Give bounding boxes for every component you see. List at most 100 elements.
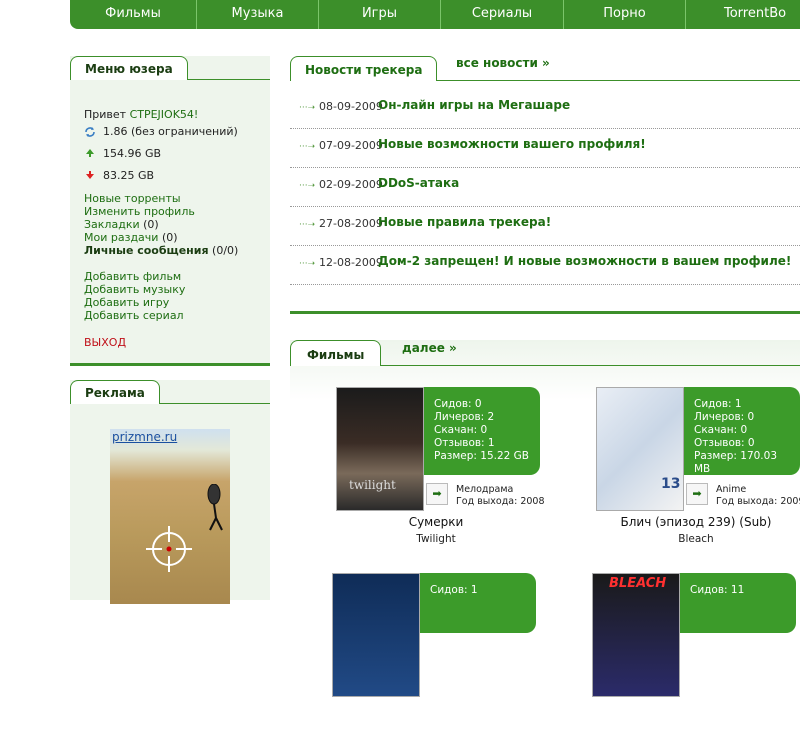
news-item: ···➝ 08-09-2009 Он-лайн игры на Мегашаре (290, 90, 800, 129)
nav-tab-torrentbo[interactable]: TorrentBo (685, 0, 800, 29)
top-nav: Фильмы Музыка Игры Сериалы Порно Torrent… (70, 0, 800, 29)
ad-header: Реклама (70, 380, 270, 404)
user-menu-title: Меню юзера (70, 56, 188, 80)
bullet-arrow-icon: ···➝ (299, 259, 316, 269)
add-links: Добавить фильм Добавить музыку Добавить … (84, 270, 256, 322)
new-torrents-link[interactable]: Новые торренты (84, 192, 181, 205)
news-header: Новости трекера все новости » (290, 56, 800, 81)
films-header: Фильмы далее » (290, 340, 800, 366)
news-date: 08-09-2009 (319, 100, 383, 113)
leechers-count: Личеров: 2 (434, 411, 495, 423)
messages-count: (0/0) (212, 244, 239, 257)
film-stats: Сидов: 0 Личеров: 2 Скачан: 0 Отзывов: 1… (424, 387, 540, 475)
film-card[interactable]: BLEACH Сидов: 11 (592, 573, 800, 753)
reviews-count: Отзывов: 1 (434, 437, 495, 449)
arrow-up-icon (84, 148, 96, 160)
bullet-arrow-icon: ···➝ (299, 103, 316, 113)
ad-banner[interactable]: prizmne.ru (110, 429, 230, 604)
reviews-count: Отзывов: 0 (694, 437, 755, 449)
arrow-down-icon (84, 170, 96, 182)
film-original-title: Bleach (678, 533, 714, 545)
film-stats: Сидов: 1 (420, 573, 536, 633)
film-year: Год выхода: 2009 (716, 496, 800, 507)
film-size: Размер: 15.22 GB (434, 450, 530, 462)
film-title[interactable]: Блич (эпизод 239) (Sub) (596, 515, 796, 529)
films-block: Фильмы далее » twilight Сидов: 0 Личеров… (290, 340, 800, 697)
news-block: Новости трекера все новости » ···➝ 08-09… (290, 56, 800, 314)
downloaded-count: Скачан: 0 (694, 424, 748, 436)
bookmarks-link[interactable]: Закладки (84, 218, 140, 231)
ad-title: Реклама (70, 380, 160, 404)
news-item: ···➝ 02-09-2009 DDoS-атака (290, 168, 800, 207)
film-poster[interactable]: twilight (336, 387, 424, 511)
film-poster[interactable] (332, 573, 420, 697)
all-news-link[interactable]: все новости » (456, 56, 550, 70)
leechers-count: Личеров: 0 (694, 411, 755, 423)
news-item: ···➝ 12-08-2009 Дом-2 запрещен! И новые … (290, 246, 800, 285)
seeds-count: Сидов: 1 (430, 584, 478, 596)
news-title-link[interactable]: Новые возможности вашего профиля! (378, 137, 646, 151)
news-date: 07-09-2009 (319, 139, 383, 152)
more-films-link[interactable]: далее » (402, 341, 457, 355)
downloaded-count: Скачан: 0 (434, 424, 488, 436)
go-arrow-icon[interactable]: ➡ (426, 483, 448, 505)
uploaded-value: 154.96 GB (103, 147, 162, 160)
news-title-link[interactable]: Дом-2 запрещен! И новые возможности в ва… (378, 254, 791, 268)
film-stats: Сидов: 1 Личеров: 0 Скачан: 0 Отзывов: 0… (684, 387, 800, 475)
film-poster[interactable]: BLEACH (592, 573, 680, 697)
film-card[interactable]: Сидов: 1 (332, 573, 542, 753)
uploaded-row: 154.96 GB (84, 147, 256, 160)
film-title[interactable]: Сумерки (336, 515, 536, 529)
film-year: Год выхода: 2008 (456, 496, 545, 507)
poster-caption: twilight (349, 478, 396, 492)
messages-link[interactable]: Личные сообщения (84, 244, 209, 257)
user-menu-header: Меню юзера (70, 56, 270, 80)
film-original-title: Twilight (416, 533, 456, 545)
film-size: Размер: 170.03 MB (694, 450, 778, 475)
news-title-link[interactable]: Он-лайн игры на Мегашаре (378, 98, 570, 112)
add-series-link[interactable]: Добавить сериал (84, 309, 184, 322)
news-date: 02-09-2009 (319, 178, 383, 191)
greeting: Привет CTPEJIOK54! (84, 108, 199, 121)
bullet-arrow-icon: ···➝ (299, 142, 316, 152)
add-film-link[interactable]: Добавить фильм (84, 270, 181, 283)
user-links: Новые торренты Изменить профиль Закладки… (84, 192, 256, 257)
bookmarks-count: (0) (143, 218, 159, 231)
bullet-arrow-icon: ···➝ (299, 220, 316, 230)
ratio-value: 1.86 (без ограничений) (103, 125, 238, 138)
bullet-arrow-icon: ···➝ (299, 181, 316, 191)
poster-caption: BLEACH (609, 576, 667, 591)
ratio-row: 1.86 (без ограничений) (84, 125, 256, 138)
username-link[interactable]: CTPEJIOK54! (130, 108, 199, 121)
nav-tab-music[interactable]: Музыка (196, 0, 318, 29)
film-stats: Сидов: 11 (680, 573, 796, 633)
film-poster[interactable]: 13 (596, 387, 684, 511)
add-game-link[interactable]: Добавить игру (84, 296, 169, 309)
user-menu-panel: Меню юзера Привет CTPEJIOK54! 1.86 (без … (70, 56, 270, 366)
my-releases-link[interactable]: Мои раздачи (84, 231, 158, 244)
news-date: 27-08-2009 (319, 217, 383, 230)
film-card[interactable]: twilight Сидов: 0 Личеров: 2 Скачан: 0 О… (336, 387, 546, 567)
refresh-icon (84, 126, 96, 138)
news-title-link[interactable]: DDoS-атака (378, 176, 459, 190)
nav-tab-games[interactable]: Игры (318, 0, 440, 29)
edit-profile-link[interactable]: Изменить профиль (84, 205, 195, 218)
my-releases-count: (0) (161, 231, 178, 244)
nav-tab-series[interactable]: Сериалы (440, 0, 563, 29)
seeds-count: Сидов: 0 (434, 398, 482, 410)
news-item: ···➝ 07-09-2009 Новые возможности вашего… (290, 129, 800, 168)
news-item: ···➝ 27-08-2009 Новые правила трекера! (290, 207, 800, 246)
news-title-link[interactable]: Новые правила трекера! (378, 215, 551, 229)
film-card[interactable]: 13 Сидов: 1 Личеров: 0 Скачан: 0 Отзывов… (596, 387, 800, 567)
exit-link[interactable]: ВЫХОД (84, 336, 126, 349)
seeds-count: Сидов: 1 (694, 398, 742, 410)
news-title: Новости трекера (290, 56, 438, 81)
nav-tab-porn[interactable]: Порно (563, 0, 685, 29)
films-title: Фильмы (290, 340, 382, 366)
ad-site-label: prizmne.ru (112, 430, 178, 444)
go-arrow-icon[interactable]: ➡ (686, 483, 708, 505)
downloaded-row: 83.25 GB (84, 169, 256, 182)
add-music-link[interactable]: Добавить музыку (84, 283, 185, 296)
poster-caption: 13 (661, 476, 681, 492)
nav-tab-films[interactable]: Фильмы (70, 0, 196, 29)
